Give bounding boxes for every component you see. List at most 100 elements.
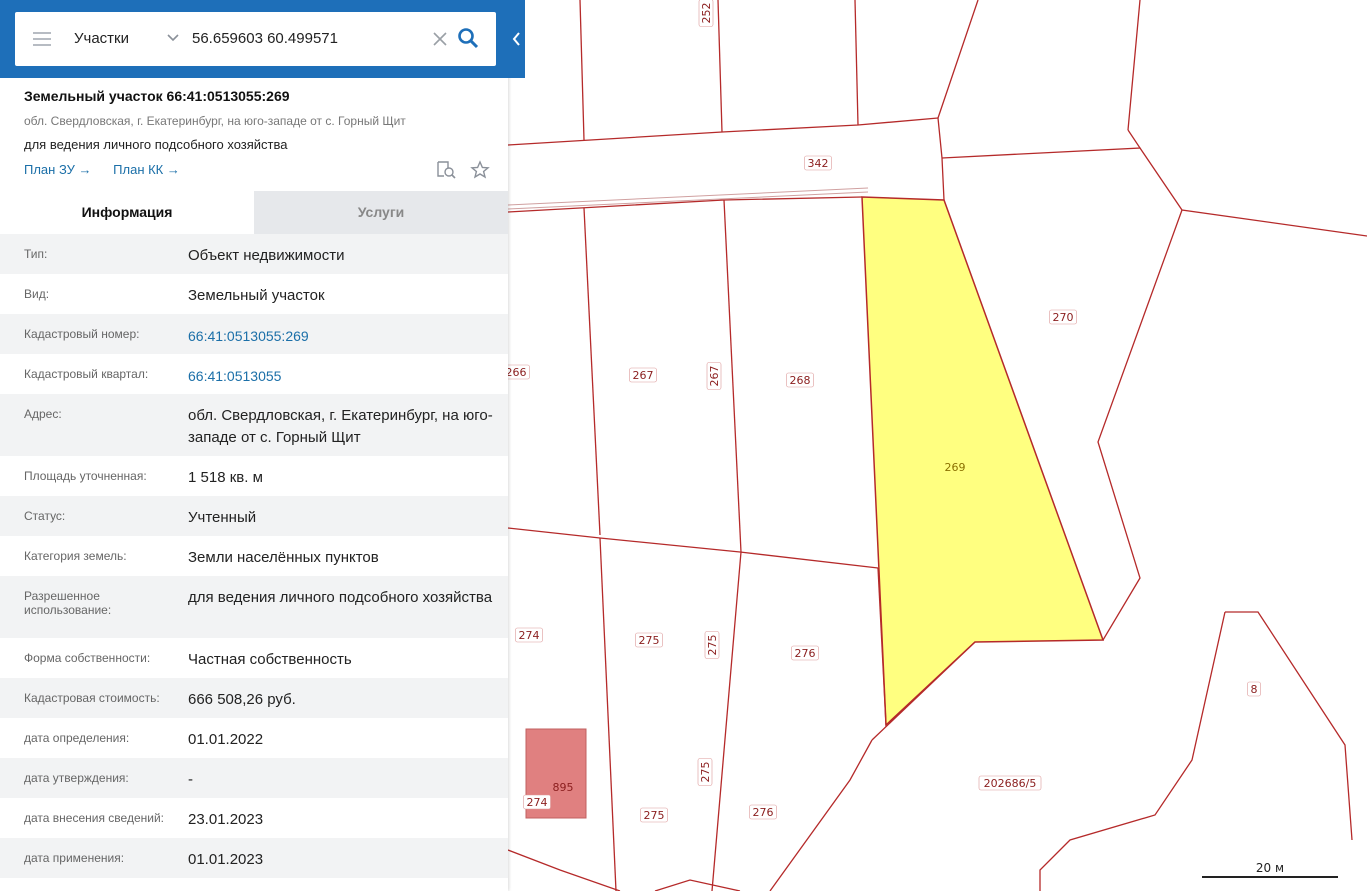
parcel-label[interactable]: 274 (523, 794, 551, 810)
parcel-boundary (507, 117, 939, 146)
parcel-boundary (941, 129, 1142, 159)
object-address: обл. Свердловская, г. Екатеринбург, на ю… (24, 114, 406, 128)
parcel-label-text: 270 (1053, 311, 1074, 324)
info-row-value: Земли населённых пунктов (188, 549, 379, 566)
info-row: Вид: Земельный участок (0, 274, 508, 314)
chevron-down-icon[interactable] (166, 31, 180, 45)
parcel-label[interactable]: 270 (1049, 309, 1077, 325)
zoom-to-icon[interactable] (436, 160, 458, 180)
parcel-label-text: 8 (1251, 683, 1258, 696)
parcel-boundary (937, 117, 945, 201)
info-row-value: 01.01.2023 (188, 851, 264, 868)
parcel-label[interactable]: 275 (704, 631, 720, 659)
info-row: Кадастровый квартал: 66:41:0513055 (0, 354, 508, 394)
parcel-label[interactable]: 275 (640, 807, 668, 823)
info-row-link[interactable]: 66:41:0513055:269 (188, 325, 493, 347)
info-row: дата утверждения: - (0, 758, 508, 798)
parcel-label[interactable]: 202686/5 (978, 775, 1042, 791)
info-row-label: Кадастровая стоимость: (24, 691, 160, 705)
info-panel: Участки 56.659603 60.499571 Земельный уч… (0, 0, 525, 891)
collapse-panel-button[interactable] (508, 0, 525, 78)
info-table: Тип: Объект недвижимости Вид: Земельный уча… (0, 234, 508, 878)
parcel-label-text: 276 (753, 806, 774, 819)
info-row-label: Статус: (24, 509, 66, 523)
parcel-boundary (937, 0, 979, 119)
parcel-label-text: 276 (795, 647, 816, 660)
parcel-boundary (507, 527, 879, 569)
plan-kk-link[interactable]: План КК → (113, 162, 180, 177)
parcel-label-text: 269 (945, 461, 966, 474)
info-row-label: Площадь уточненная: (24, 469, 147, 483)
close-icon[interactable] (431, 30, 449, 48)
info-row: Разрешенное использование: для ведения ли… (0, 576, 508, 638)
plan-zu-link[interactable]: План ЗУ → (24, 162, 92, 177)
parcel-label[interactable]: 267 (629, 367, 657, 383)
selected-parcel[interactable] (861, 196, 1105, 727)
parcel-boundary (711, 551, 742, 891)
parcel-label-text: 275 (699, 762, 712, 783)
info-row: Адрес: обл. Свердловская, г. Екатеринбург… (0, 394, 508, 456)
parcel-label-text: 267 (708, 366, 721, 387)
info-row-value: обл. Свердловская, г. Екатеринбург, на ю… (188, 407, 493, 446)
info-row-label: Кадастровый квартал: (24, 367, 149, 381)
parcel-label-text: 274 (519, 629, 540, 642)
parcel-label[interactable]: 269 (942, 460, 969, 474)
parcel-label-text: 252 (700, 3, 713, 24)
parcel-label-text: 266 (506, 366, 527, 379)
parcel-boundary (654, 879, 741, 891)
parcel-boundary (717, 0, 723, 133)
parcel-label[interactable]: 267 (706, 362, 722, 390)
parcel-boundary (507, 196, 863, 213)
parcel-label[interactable]: 275 (697, 758, 713, 786)
info-row-label: дата утверждения: (24, 771, 129, 785)
parcel-label[interactable]: 275 (635, 632, 663, 648)
parcel-label-text: 202686/5 (984, 777, 1037, 790)
parcel-label[interactable]: 342 (804, 155, 832, 171)
parcel-label-text: 342 (808, 157, 829, 170)
parcel-label[interactable]: 274 (515, 627, 543, 643)
parcel-label[interactable]: 276 (791, 645, 819, 661)
parcel-label[interactable]: 8 (1247, 681, 1261, 697)
info-row-label: Форма собственности: (24, 651, 151, 665)
parcel-label[interactable]: 276 (749, 804, 777, 820)
info-row-value: 01.01.2022 (188, 731, 264, 748)
info-row-link[interactable]: 66:41:0513055 (188, 365, 493, 387)
parcel-boundary (1039, 611, 1226, 891)
search-input[interactable]: 56.659603 60.499571 (192, 30, 338, 47)
info-row-value: Объект недвижимости (188, 247, 345, 264)
parcel-label-text: 895 (553, 781, 574, 794)
menu-icon[interactable] (33, 32, 51, 46)
info-row-value: 1 518 кв. м (188, 469, 263, 486)
parcel-label[interactable]: 268 (786, 372, 814, 388)
search-icon[interactable] (457, 27, 479, 49)
info-row-value: Земельный участок (188, 287, 325, 304)
info-row-label: дата применения: (24, 851, 125, 865)
parcel-boundary (1139, 147, 1367, 237)
parcel-label-text: 275 (639, 634, 660, 647)
info-row-value: 666 508,26 руб. (188, 691, 296, 708)
info-row-label: Адрес: (24, 407, 62, 421)
info-row: Кадастровая стоимость: 666 508,26 руб. (0, 678, 508, 718)
object-title: Земельный участок 66:41:0513055:269 (24, 88, 290, 104)
parcel-boundary (1097, 209, 1183, 641)
info-row: Форма собственности: Частная собственност… (0, 638, 508, 678)
info-row: Статус: Учтенный (0, 496, 508, 536)
info-row-label: Разрешенное использование: (24, 589, 112, 617)
tab-services[interactable]: Услуги (254, 191, 508, 234)
info-row-label: Вид: (24, 287, 50, 301)
parcel-boundary (854, 0, 859, 126)
action-icons (436, 160, 491, 185)
layer-select[interactable]: Участки (74, 30, 129, 47)
info-row-value: - (188, 771, 193, 788)
star-icon[interactable] (470, 160, 491, 180)
tab-info[interactable]: Информация (0, 191, 254, 234)
parcel-label[interactable]: 895 (550, 780, 577, 794)
object-use: для ведения личного подсобного хозяйства (24, 137, 288, 152)
parcel-label-text: 267 (633, 369, 654, 382)
parcel-boundary (1225, 611, 1353, 841)
chevron-left-icon[interactable] (508, 0, 525, 78)
info-row-label: Категория земель: (24, 549, 127, 563)
parcel-label-text: 275 (706, 635, 719, 656)
parcel-label[interactable]: 252 (698, 0, 714, 27)
parcel-label-text: 268 (790, 374, 811, 387)
